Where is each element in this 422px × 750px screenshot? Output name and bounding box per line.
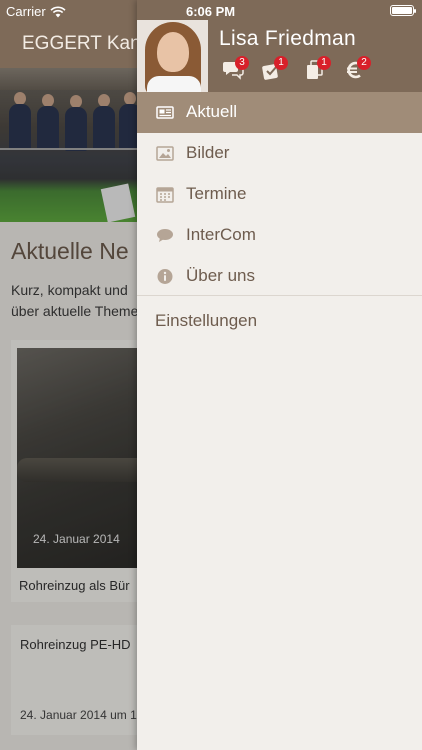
euro-icon[interactable]: 2 bbox=[344, 56, 371, 82]
menu-item-aktuell[interactable]: Aktuell bbox=[137, 92, 422, 133]
documents-badge: 1 bbox=[317, 56, 331, 70]
menu-label: Bilder bbox=[186, 143, 230, 162]
app-title: EGGERT Kana bbox=[22, 33, 137, 54]
drawer-header: Lisa Friedman 3 1 1 2 bbox=[137, 0, 422, 92]
menu-item-termine[interactable]: Termine bbox=[137, 174, 422, 215]
menu-label: InterCom bbox=[186, 225, 256, 244]
newspaper-icon bbox=[156, 106, 174, 119]
menu-label: Termine bbox=[186, 184, 247, 203]
avatar[interactable] bbox=[137, 20, 208, 92]
tasks-badge: 1 bbox=[274, 56, 288, 70]
image-icon bbox=[156, 146, 174, 161]
chat-badge: 3 bbox=[235, 56, 249, 70]
background-content: EGGERT Kana Aktuelle Ne Kurz, kompakt un… bbox=[0, 0, 137, 750]
menu-label: Aktuell bbox=[186, 102, 238, 121]
battery-icon bbox=[390, 5, 416, 16]
speech-bubble-icon bbox=[157, 229, 173, 242]
carrier-label: Carrier bbox=[6, 4, 46, 19]
status-carrier: Carrier bbox=[6, 4, 66, 19]
menu-item-intercom[interactable]: InterCom bbox=[137, 215, 422, 256]
menu-divider bbox=[137, 295, 422, 296]
chat-icon[interactable]: 3 bbox=[222, 56, 249, 82]
calendar-icon bbox=[156, 187, 174, 203]
user-name[interactable]: Lisa Friedman bbox=[219, 27, 356, 51]
menu-item-bilder[interactable]: Bilder bbox=[137, 133, 422, 174]
side-drawer: Lisa Friedman 3 1 1 2 Aktuell Bilder Ter… bbox=[137, 0, 422, 750]
settings-item[interactable]: Einstellungen bbox=[155, 311, 257, 331]
documents-icon[interactable]: 1 bbox=[304, 56, 331, 82]
menu-item-ueber-uns[interactable]: Über uns bbox=[137, 256, 422, 297]
dim-overlay[interactable] bbox=[0, 68, 137, 750]
wifi-icon bbox=[50, 6, 66, 17]
menu-label: Über uns bbox=[186, 266, 255, 285]
info-icon bbox=[157, 269, 173, 284]
status-time: 6:06 PM bbox=[186, 4, 236, 19]
tasks-icon[interactable]: 1 bbox=[261, 56, 288, 82]
euro-badge: 2 bbox=[357, 56, 371, 70]
drawer-menu: Aktuell Bilder Termine InterCom Über uns bbox=[137, 92, 422, 297]
